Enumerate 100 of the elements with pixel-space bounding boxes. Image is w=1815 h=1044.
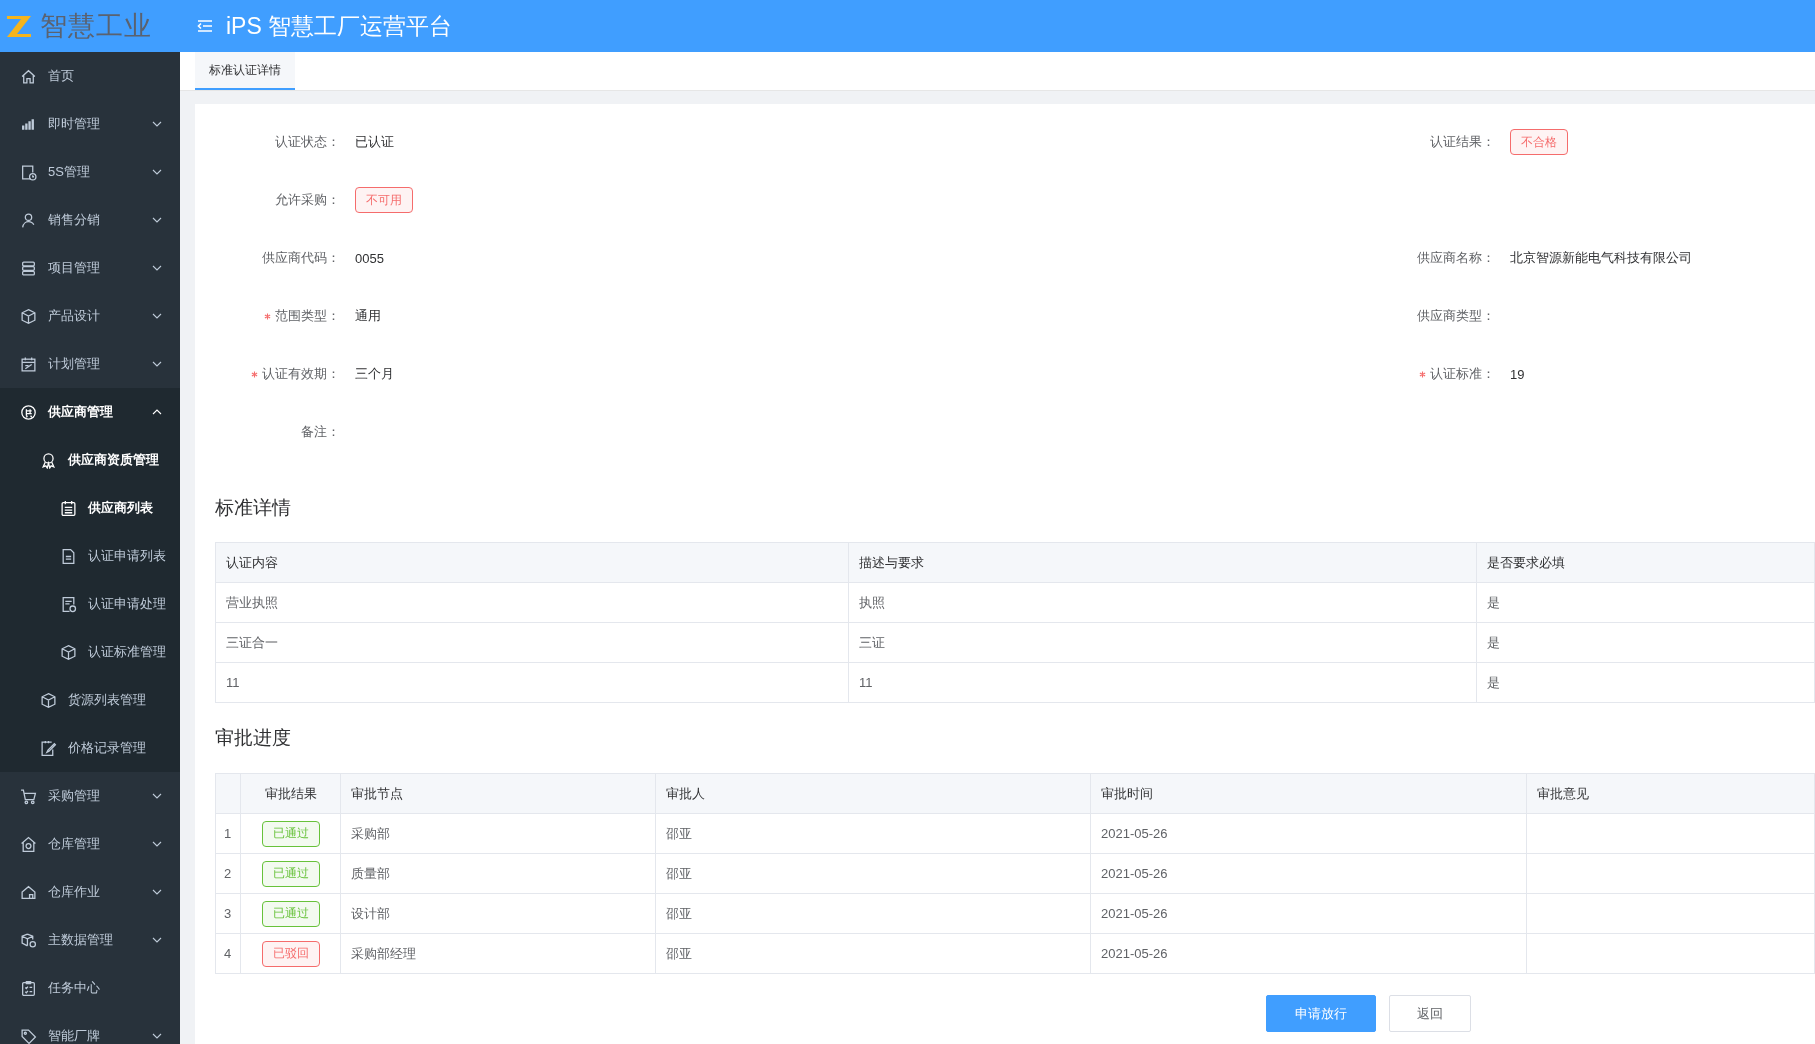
section-title: 审批进度 (215, 726, 291, 750)
home-icon (20, 67, 37, 85)
field-label: 认证标准： (1430, 365, 1495, 383)
list-icon (60, 499, 77, 517)
field-value: 通用 (355, 307, 381, 325)
logo-text: 智慧工业 (40, 10, 152, 43)
chevron-icon (152, 839, 162, 849)
table-cell: 质量部 (340, 853, 656, 894)
sidebar-item[interactable]: 5S管理 (0, 148, 180, 196)
chevron-icon (152, 1031, 162, 1041)
table-cell: 邵亚 (655, 853, 1091, 894)
sidebar-item[interactable]: 供应商列表 (0, 484, 180, 532)
logo-icon (6, 14, 32, 38)
sidebar-item[interactable]: 智能厂牌 (0, 1012, 180, 1044)
table-cell: 2021-05-26 (1090, 893, 1527, 934)
column-header: 审批人 (655, 773, 1091, 814)
table-cell: 邵亚 (655, 893, 1091, 934)
table-cell: 是 (1476, 662, 1815, 703)
sidebar-item[interactable]: 价格记录管理 (0, 724, 180, 772)
column-header: 审批节点 (340, 773, 656, 814)
sidebar-item[interactable]: 采购管理 (0, 772, 180, 820)
page-tab[interactable]: 标准认证详情 (195, 52, 295, 90)
chevron-icon (152, 167, 162, 177)
app-title: iPS 智慧工厂运营平台 (226, 11, 453, 41)
column-header: 审批时间 (1090, 773, 1527, 814)
edit-icon (40, 739, 57, 757)
status-tag: 已通过 (261, 900, 320, 927)
cube-icon (20, 307, 37, 325)
tag-icon (20, 1027, 37, 1044)
field-label: 备注： (301, 423, 340, 441)
section-title: 标准详情 (215, 496, 291, 520)
table-cell: 采购部经理 (340, 933, 656, 974)
chevron-icon (152, 215, 162, 225)
field-label: 供应商名称： (1417, 249, 1495, 267)
document-icon (60, 547, 77, 565)
back-button[interactable]: 返回 (1389, 995, 1471, 1032)
menu-icon[interactable] (196, 17, 214, 35)
status-tag: 不合格 (1510, 129, 1568, 155)
field-value: 北京智源新能电气科技有限公司 (1510, 249, 1692, 267)
sidebar-item[interactable]: 任务中心 (0, 964, 180, 1012)
row-number: 4 (215, 933, 241, 974)
chevron-icon (152, 119, 162, 129)
table-cell: 11 (215, 662, 849, 703)
table-cell: 2021-05-26 (1090, 933, 1527, 974)
sidebar-item[interactable]: 计划管理 (0, 340, 180, 388)
warehouse-icon (20, 835, 37, 853)
row-number: 1 (215, 813, 241, 854)
status-tag: 不可用 (355, 187, 413, 213)
document-clock-icon (20, 163, 37, 181)
field-value: 0055 (355, 250, 384, 266)
table-cell: 2021-05-26 (1090, 853, 1527, 894)
row-number: 3 (215, 893, 241, 934)
table-cell: 营业执照 (215, 582, 849, 623)
chevron-icon (152, 263, 162, 273)
server-icon (20, 259, 37, 277)
sidebar-item[interactable]: 认证标准管理 (0, 628, 180, 676)
field-value: 已认证 (355, 133, 394, 151)
column-header: 描述与要求 (848, 542, 1477, 583)
sidebar-item[interactable]: 项目管理 (0, 244, 180, 292)
sidebar-item[interactable]: 认证申请列表 (0, 532, 180, 580)
row-number: 2 (215, 853, 241, 894)
cube-icon (40, 691, 57, 709)
house-icon (20, 883, 37, 901)
clipboard-icon (20, 979, 37, 997)
chevron-icon (152, 311, 162, 321)
chevron-icon (152, 359, 162, 369)
seal-icon (20, 403, 37, 421)
sidebar-item[interactable]: 销售分销 (0, 196, 180, 244)
chevron-icon (152, 791, 162, 801)
table-cell: 执照 (848, 582, 1477, 623)
box-gear-icon (20, 931, 37, 949)
sidebar-item[interactable]: 主数据管理 (0, 916, 180, 964)
chevron-icon (152, 935, 162, 945)
table-cell: 2021-05-26 (1090, 813, 1527, 854)
field-label: 范围类型： (275, 307, 340, 325)
column-header: 审批结果 (240, 773, 341, 814)
field-value: 三个月 (355, 365, 394, 383)
chevron-icon (152, 887, 162, 897)
sidebar-item[interactable]: 认证申请处理 (0, 580, 180, 628)
field-label: 供应商代码： (262, 249, 340, 267)
sidebar-item[interactable]: 供应商资质管理 (0, 436, 180, 484)
table-cell: 11 (848, 662, 1477, 703)
column-header: 是否要求必填 (1476, 542, 1815, 583)
table-cell: 邵亚 (655, 813, 1091, 854)
sidebar-item[interactable]: 仓库管理 (0, 820, 180, 868)
sidebar-item[interactable]: 产品设计 (0, 292, 180, 340)
sidebar-item[interactable]: 货源列表管理 (0, 676, 180, 724)
field-label: 允许采购： (275, 191, 340, 209)
table-cell: 采购部 (340, 813, 656, 854)
status-tag: 已通过 (261, 860, 320, 887)
chevron-icon (152, 407, 162, 417)
column-header: 审批意见 (1526, 773, 1815, 814)
sidebar-item[interactable]: 首页 (0, 52, 180, 100)
field-value: 19 (1510, 366, 1525, 382)
status-tag: 已驳回 (261, 940, 320, 967)
table-cell: 设计部 (340, 893, 656, 934)
sidebar-item[interactable]: 即时管理 (0, 100, 180, 148)
sidebar-item[interactable]: 仓库作业 (0, 868, 180, 916)
table-cell: 三证合一 (215, 622, 849, 663)
user-icon (20, 211, 37, 229)
